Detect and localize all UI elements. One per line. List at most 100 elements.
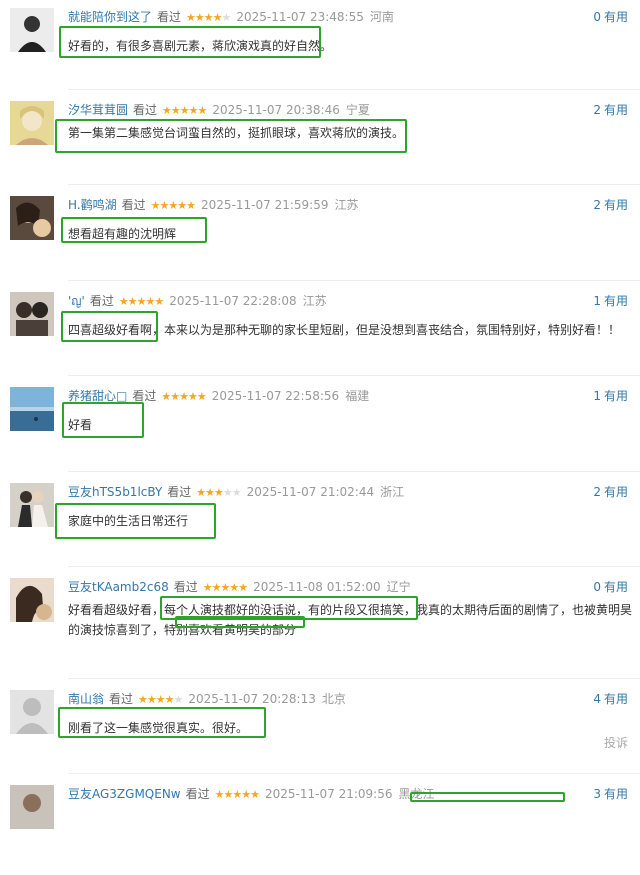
avatar[interactable] [10, 101, 54, 145]
highlight-box [58, 707, 266, 738]
star-filled-icon: ★ [138, 693, 148, 706]
useful-button[interactable]: 2 有用 [593, 196, 628, 214]
star-filled-icon: ★ [196, 486, 206, 499]
useful-count: 1 [593, 294, 601, 308]
comment-time: 2025-11-07 21:02:44 [246, 485, 375, 499]
comment-meta: 'ญ' 看过 ★★★★★ 2025-11-07 22:28:08 江苏 [68, 292, 327, 310]
watch-status: 看过 [133, 103, 158, 117]
avatar[interactable] [10, 483, 54, 527]
comment-meta: H.鹳鸣湖 看过 ★★★★★ 2025-11-07 21:59:59 江苏 [68, 196, 359, 214]
useful-button[interactable]: 1 有用 [593, 387, 628, 405]
useful-button[interactable]: 3 有用 [593, 785, 628, 803]
star-filled-icon: ★ [179, 390, 189, 403]
star-filled-icon: ★ [250, 788, 260, 801]
username-link[interactable]: 'ญ' [68, 294, 85, 308]
comment-time: 2025-11-07 20:38:46 [212, 103, 340, 117]
star-filled-icon: ★ [186, 11, 196, 24]
useful-label: 有用 [603, 580, 628, 594]
avatar-image [10, 690, 54, 734]
star-filled-icon: ★ [188, 104, 199, 117]
star-filled-icon: ★ [162, 104, 172, 117]
star-filled-icon: ★ [214, 486, 224, 499]
username-link[interactable]: 就能陪你到这了 [68, 10, 152, 24]
star-filled-icon: ★ [203, 11, 214, 24]
username-link[interactable]: 汐华茸茸圆 [68, 103, 128, 117]
comment-location: 福建 [345, 389, 370, 403]
rating-stars: ★★★★★ [203, 581, 248, 594]
avatar-image [10, 8, 54, 52]
avatar[interactable] [10, 292, 54, 336]
highlight-box [61, 217, 207, 243]
highlight-box [55, 503, 216, 539]
rating-stars: ★★★★★ [162, 104, 208, 117]
star-filled-icon: ★ [211, 581, 222, 594]
username-link[interactable]: 豆友hTS5b1lcBY [68, 485, 162, 499]
star-filled-icon: ★ [177, 199, 187, 212]
star-filled-icon: ★ [241, 788, 251, 801]
report-link[interactable]: 投诉 [604, 734, 628, 751]
username-link[interactable]: 豆友tKAamb2c68 [68, 580, 169, 594]
comment-time: 2025-11-07 21:59:59 [201, 198, 329, 212]
comment-time: 2025-11-07 22:58:56 [211, 389, 340, 403]
avatar[interactable] [10, 387, 54, 431]
comment-item: 豆友tKAamb2c68 看过 ★★★★★ 2025-11-08 01:52:00 辽宁… [0, 578, 640, 679]
divider [68, 678, 640, 679]
watch-status: 看过 [89, 294, 114, 308]
comment-location: 宁夏 [345, 103, 370, 117]
star-filled-icon: ★ [214, 788, 225, 801]
star-filled-icon: ★ [161, 390, 171, 403]
star-filled-icon: ★ [229, 581, 239, 594]
avatar-image [10, 196, 54, 240]
watch-status: 看过 [167, 485, 192, 499]
username-link[interactable]: 南山翁 [68, 692, 104, 706]
useful-button[interactable]: 2 有用 [593, 101, 628, 119]
comment-meta: 豆友AG3ZGMQENw 看过 ★★★★★ 2025-11-07 21:09:56 黑龙… [68, 785, 434, 803]
comment-meta: 豆友tKAamb2c68 看过 ★★★★★ 2025-11-08 01:52:00 辽宁 [68, 578, 411, 596]
useful-count: 0 [593, 580, 601, 594]
star-filled-icon: ★ [196, 390, 207, 403]
star-filled-icon: ★ [238, 581, 248, 594]
star-filled-icon: ★ [205, 486, 215, 499]
avatar-image [10, 101, 54, 145]
watch-status: 看过 [109, 692, 134, 706]
avatar[interactable] [10, 690, 54, 734]
username-link[interactable]: 养猪甜心□ [68, 389, 127, 403]
useful-button[interactable]: 2 有用 [593, 483, 628, 501]
comment-location: 浙江 [380, 485, 405, 499]
username-link[interactable]: H.鹳鸣湖 [68, 198, 117, 212]
useful-button[interactable]: 4 有用 [593, 690, 628, 708]
divider [68, 471, 640, 472]
comment-location: 北京 [321, 692, 346, 706]
star-filled-icon: ★ [170, 390, 180, 403]
avatar[interactable] [10, 196, 54, 240]
rating-stars: ★★★★★ [214, 788, 260, 801]
avatar[interactable] [10, 578, 54, 622]
rating-stars: ★★★★★ [138, 693, 184, 706]
avatar-image [10, 483, 54, 527]
comment-location: 江苏 [334, 198, 359, 212]
star-filled-icon: ★ [197, 104, 208, 117]
comment-meta: 就能陪你到这了 看过 ★★★★★ 2025-11-07 23:48:55 河南 [68, 8, 394, 26]
comment-location: 江苏 [302, 294, 327, 308]
star-filled-icon: ★ [186, 199, 196, 212]
useful-button[interactable]: 0 有用 [593, 578, 628, 596]
star-empty-icon: ★ [173, 693, 184, 706]
star-empty-icon: ★ [231, 486, 242, 499]
avatar[interactable] [10, 8, 54, 52]
avatar[interactable] [10, 785, 54, 829]
comment-time: 2025-11-08 01:52:00 [253, 580, 381, 594]
avatar-image [10, 785, 54, 829]
comment-time: 2025-11-07 22:28:08 [169, 294, 297, 308]
watch-status: 看过 [132, 389, 157, 403]
rating-stars: ★★★★★ [196, 486, 242, 499]
useful-button[interactable]: 0 有用 [593, 8, 628, 26]
star-filled-icon: ★ [168, 199, 178, 212]
star-filled-icon: ★ [118, 295, 129, 308]
star-filled-icon: ★ [164, 693, 175, 706]
rating-stars: ★★★★★ [186, 11, 231, 24]
comment-time: 2025-11-07 23:48:55 [236, 10, 364, 24]
highlight-box [175, 616, 305, 628]
useful-label: 有用 [603, 10, 628, 24]
useful-label: 有用 [603, 389, 628, 403]
useful-button[interactable]: 1 有用 [593, 292, 628, 310]
